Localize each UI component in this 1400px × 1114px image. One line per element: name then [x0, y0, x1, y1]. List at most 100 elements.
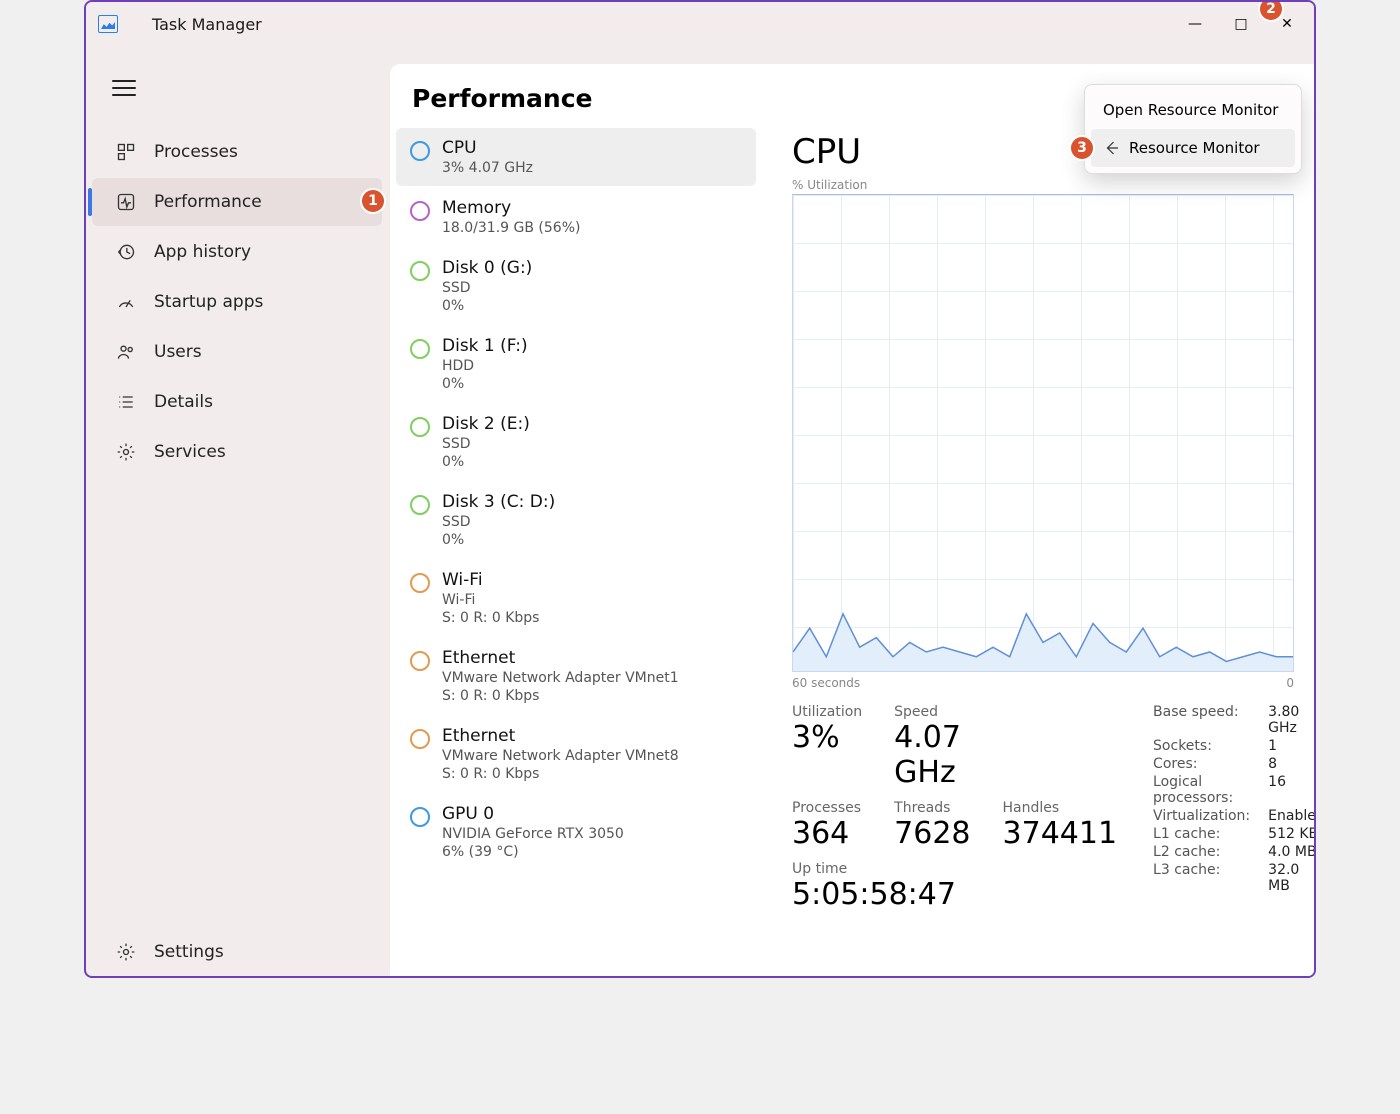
perf-sub: SSD [442, 514, 555, 530]
nav-performance[interactable]: Performance 1 [92, 178, 382, 226]
perf-sub: 0% [442, 376, 528, 392]
grid-icon [116, 142, 136, 162]
main-area: Processes Performance 1 App history Star… [86, 46, 1314, 976]
content-pane: Performance Run new task ··· CPU 3% 4.07… [390, 64, 1314, 976]
stat-val: 3.80 GHz [1268, 704, 1314, 736]
nav-settings[interactable]: Settings [92, 928, 382, 976]
stat-key: L2 cache: [1153, 844, 1250, 860]
nav-label: Processes [154, 142, 238, 162]
cpu-chart-svg [793, 195, 1293, 671]
perf-title: GPU 0 [442, 804, 624, 824]
nav-services[interactable]: Services [92, 428, 382, 476]
stat-label: Handles [1003, 800, 1118, 816]
speedometer-icon [116, 292, 136, 312]
stat-label: Processes [792, 800, 862, 816]
stat-key: L3 cache: [1153, 862, 1250, 894]
app-title: Task Manager [130, 15, 1172, 34]
nav-processes[interactable]: Processes [92, 128, 382, 176]
perf-item-disk-2-e-[interactable]: Disk 2 (E:) SSD 0% [396, 404, 756, 480]
stat-label: Up time [792, 861, 1117, 877]
callout-badge-3: 3 [1069, 135, 1095, 161]
more-dropdown: Open Resource Monitor Resource Monitor 3 [1084, 84, 1302, 174]
stat-val: 1 [1268, 738, 1314, 754]
perf-sub: 0% [442, 532, 555, 548]
stat-val: 16 [1268, 774, 1314, 806]
nav-app-history[interactable]: App history [92, 228, 382, 276]
sidebar: Processes Performance 1 App history Star… [86, 46, 388, 976]
dropdown-resource-monitor[interactable]: Resource Monitor 3 [1091, 129, 1295, 167]
content-body: CPU 3% 4.07 GHz Memory 18.0/31.9 GB (56%… [390, 126, 1314, 976]
perf-sub: 3% 4.07 GHz [442, 160, 533, 176]
perf-sub: SSD [442, 436, 530, 452]
heartbeat-icon [116, 192, 136, 212]
ring-icon [410, 807, 430, 827]
perf-item-disk-1-f-[interactable]: Disk 1 (F:) HDD 0% [396, 326, 756, 402]
perf-sub: VMware Network Adapter VMnet8 [442, 748, 679, 764]
window-controls: — □ ✕ [1172, 4, 1310, 44]
hamburger-button[interactable] [102, 70, 146, 106]
perf-title: Ethernet [442, 648, 679, 668]
perf-item-disk-3-c-d-[interactable]: Disk 3 (C: D:) SSD 0% [396, 482, 756, 558]
stat-val: 5:05:58:47 [792, 877, 1117, 912]
stat-key: Virtualization: [1153, 808, 1250, 824]
ring-icon [410, 573, 430, 593]
nav-details[interactable]: Details [92, 378, 382, 426]
perf-item-gpu-0[interactable]: GPU 0 NVIDIA GeForce RTX 3050 6% (39 °C) [396, 794, 756, 870]
detail-pane: CPU AMD Ryzen 7 5 % Utilization 60 secon… [762, 126, 1314, 976]
perf-sub: S: 0 R: 0 Kbps [442, 688, 679, 704]
app-icon [98, 15, 118, 33]
nav-users[interactable]: Users [92, 328, 382, 376]
titlebar: Task Manager — □ ✕ [86, 2, 1314, 46]
dropdown-open-resource-monitor[interactable]: Open Resource Monitor [1091, 91, 1295, 129]
stat-key: Logical processors: [1153, 774, 1250, 806]
perf-sub: 6% (39 °C) [442, 844, 624, 860]
perf-sub: S: 0 R: 0 Kbps [442, 610, 539, 626]
stat-val: 364 [792, 816, 862, 851]
cpu-chart [792, 194, 1294, 672]
dropdown-label: Open Resource Monitor [1103, 101, 1278, 119]
perf-item-cpu[interactable]: CPU 3% 4.07 GHz [396, 128, 756, 186]
ring-icon [410, 339, 430, 359]
perf-sub: Wi-Fi [442, 592, 539, 608]
nav-label: Performance [154, 192, 262, 212]
stat-label: Utilization [792, 704, 862, 720]
perf-sub: 18.0/31.9 GB (56%) [442, 220, 580, 236]
x-right: 0 [1286, 676, 1294, 690]
stat-val: 3% [792, 720, 862, 755]
nav-label: Settings [154, 942, 224, 962]
perf-item-wi-fi[interactable]: Wi-Fi Wi-Fi S: 0 R: 0 Kbps [396, 560, 756, 636]
stat-label: Speed [894, 704, 970, 720]
stat-val: 32.0 MB [1268, 862, 1314, 894]
stats-right: Base speed:3.80 GHzSockets:1Cores:8Logic… [1153, 704, 1314, 912]
perf-title: Disk 0 (G:) [442, 258, 532, 278]
nav-label: App history [154, 242, 251, 262]
callout-badge-1: 1 [360, 188, 386, 214]
stat-key: Base speed: [1153, 704, 1250, 736]
perf-title: Memory [442, 198, 580, 218]
perf-sub: S: 0 R: 0 Kbps [442, 766, 679, 782]
perf-sub: VMware Network Adapter VMnet1 [442, 670, 679, 686]
nav-label: Services [154, 442, 226, 462]
ring-icon [410, 417, 430, 437]
page-title: Performance [412, 84, 1107, 113]
perf-item-ethernet[interactable]: Ethernet VMware Network Adapter VMnet8 S… [396, 716, 756, 792]
performance-list: CPU 3% 4.07 GHz Memory 18.0/31.9 GB (56%… [390, 126, 762, 976]
nav-startup-apps[interactable]: Startup apps [92, 278, 382, 326]
gear-icon [116, 442, 136, 462]
dropdown-label: Resource Monitor [1129, 139, 1260, 157]
perf-sub: HDD [442, 358, 528, 374]
perf-item-ethernet[interactable]: Ethernet VMware Network Adapter VMnet1 S… [396, 638, 756, 714]
stats-left: Utilization3% Speed4.07 GHz Processes364… [792, 704, 1117, 912]
perf-sub: SSD [442, 280, 532, 296]
stat-label: Threads [894, 800, 970, 816]
ring-icon [410, 141, 430, 161]
settings-icon [116, 942, 136, 962]
detail-title: CPU [792, 132, 861, 172]
stat-key: Sockets: [1153, 738, 1250, 754]
ring-icon [410, 651, 430, 671]
ring-icon [410, 261, 430, 281]
minimize-button[interactable]: — [1172, 4, 1218, 44]
perf-item-disk-0-g-[interactable]: Disk 0 (G:) SSD 0% [396, 248, 756, 324]
perf-item-memory[interactable]: Memory 18.0/31.9 GB (56%) [396, 188, 756, 246]
stat-val: 8 [1268, 756, 1314, 772]
